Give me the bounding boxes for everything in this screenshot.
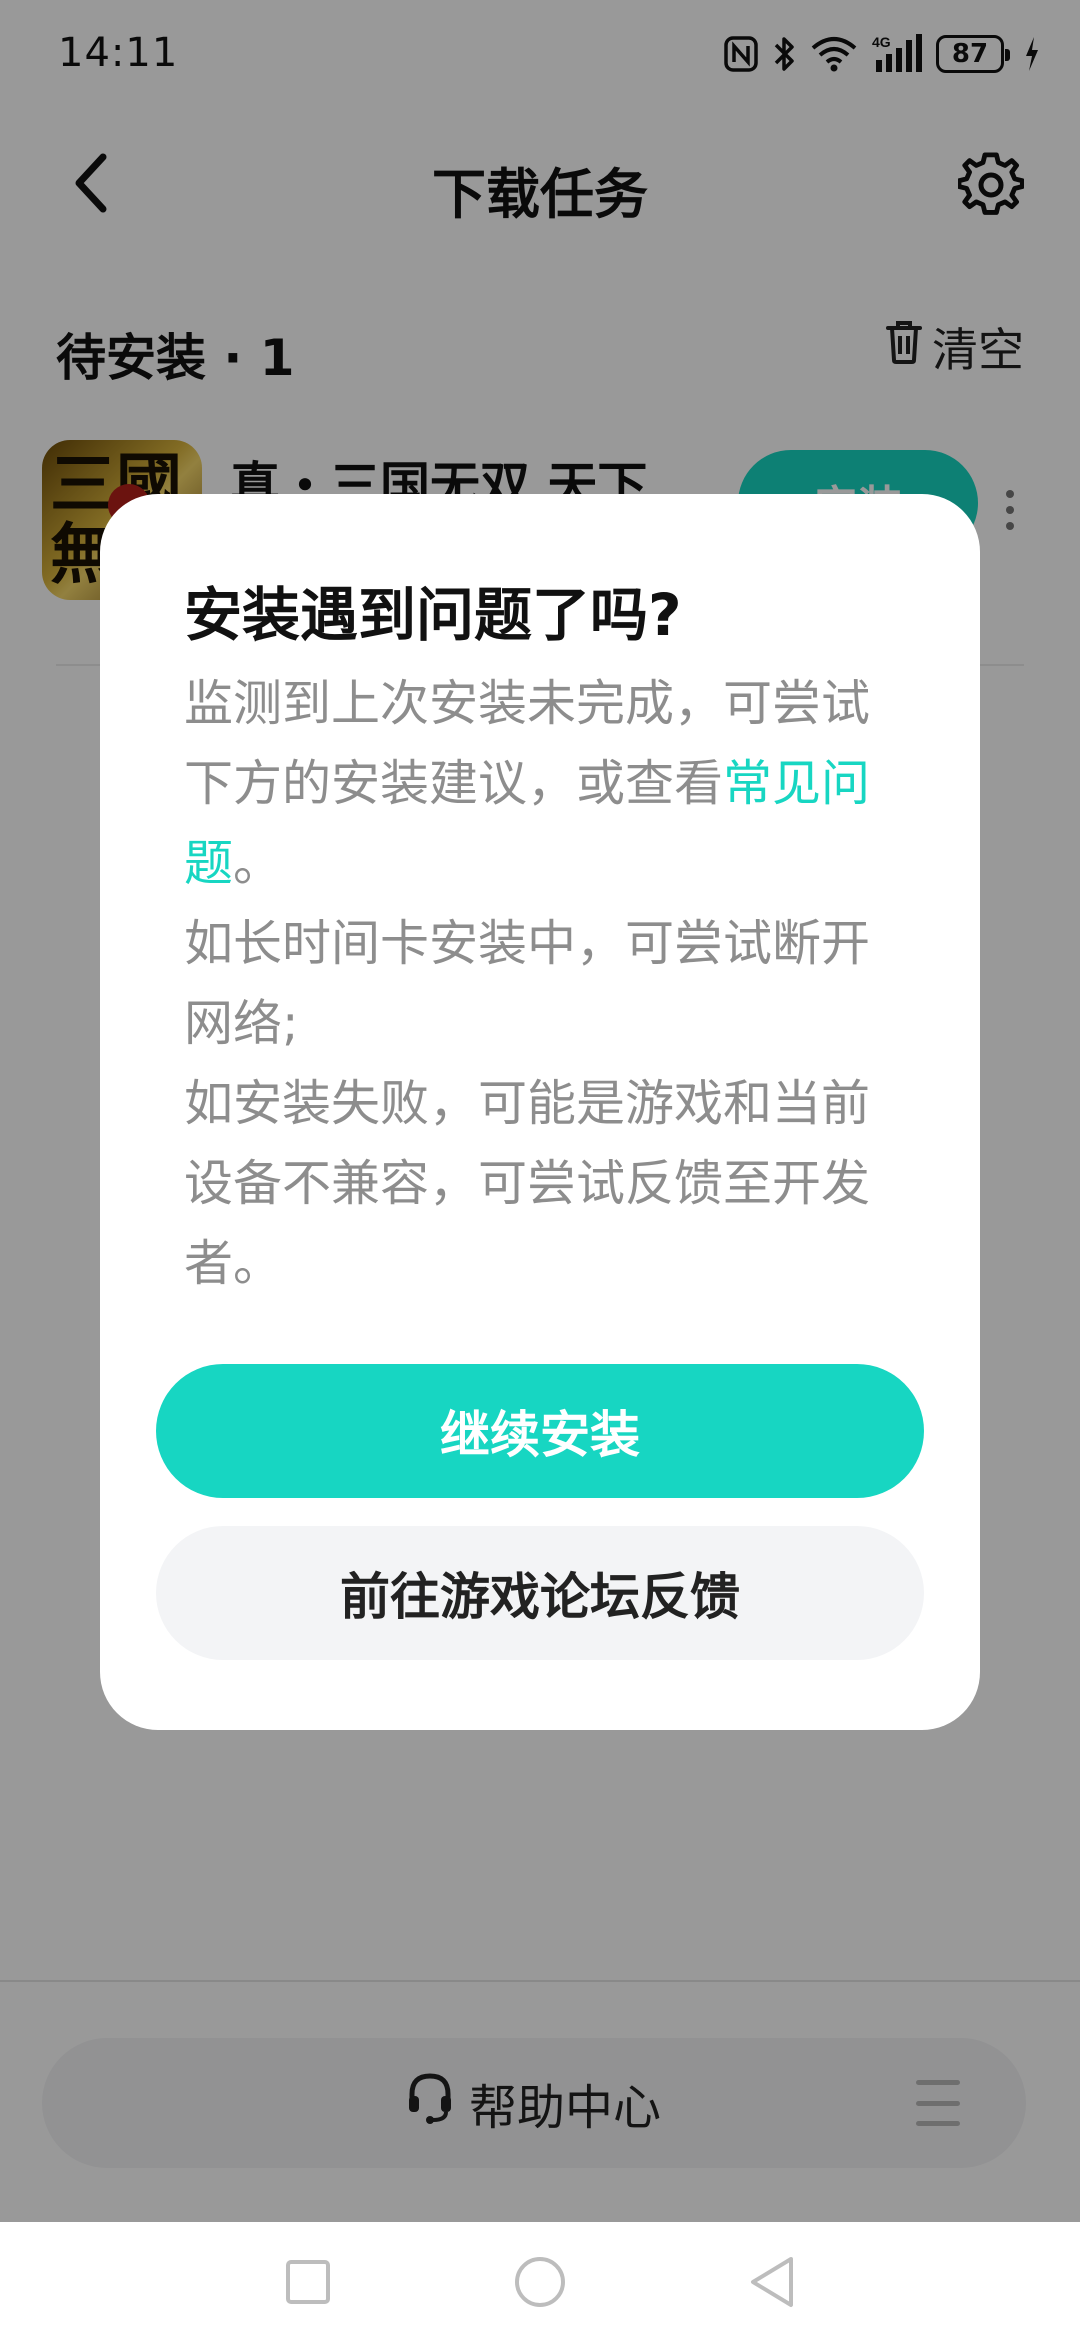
dialog-body-text: 。: [233, 835, 283, 892]
continue-install-button[interactable]: 继续安装: [156, 1364, 924, 1498]
navigation-bar: [0, 2222, 1080, 2340]
recents-square-icon[interactable]: [280, 2254, 336, 2310]
home-circle-icon[interactable]: [512, 2254, 568, 2310]
dialog-title: 安装遇到问题了吗?: [184, 581, 682, 649]
dialog-body-text: 如安装失败，可能是游戏和当前设备不兼容，可尝试反馈至开发者。: [184, 1075, 871, 1292]
dialog-body-text: 如长时间卡安装中，可尝试断开网络;: [184, 915, 871, 1052]
back-triangle-icon[interactable]: [744, 2254, 800, 2310]
install-problem-dialog: 安装遇到问题了吗? 监测到上次安装未完成，可尝试下方的安装建议，或查看常见问题。…: [100, 494, 980, 1730]
forum-feedback-button[interactable]: 前往游戏论坛反馈: [156, 1526, 924, 1660]
dialog-body: 监测到上次安装未完成，可尝试下方的安装建议，或查看常见问题。 如长时间卡安装中，…: [184, 664, 904, 1304]
